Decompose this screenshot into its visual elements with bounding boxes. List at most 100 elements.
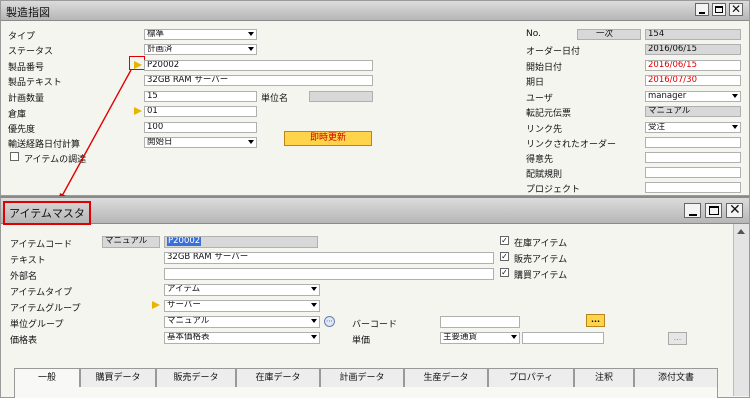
link-select[interactable]: 受注 [645,122,741,133]
user-value: manager [648,91,687,101]
series-value: 一次 [596,29,614,39]
maximize-button[interactable] [705,203,722,218]
price-browse-button[interactable]: ... [668,332,687,345]
item-text-value: 32GB RAM サーバー [167,252,249,262]
foreign-name-field[interactable] [164,268,494,280]
item-type-select[interactable]: アイテム [164,284,320,296]
close-button[interactable]: ✕ [726,202,743,218]
warehouse-value: 01 [147,106,158,116]
tab-purchasing[interactable]: 購買データ [80,368,156,388]
tab-label: 一般 [37,373,56,383]
user-select[interactable]: manager [645,91,741,102]
warehouse-field[interactable]: 01 [144,106,257,117]
item-code-label: アイテムコード [10,240,73,250]
product-no-highlight [129,56,145,70]
series-select[interactable]: 一次 [577,29,641,40]
order-date-value: 2016/06/15 [648,44,697,54]
purchase-item-checkbox[interactable]: ✓ [500,268,509,277]
tab-label: 購買データ [95,373,141,383]
start-date-field[interactable]: 2016/06/15 [645,60,741,71]
item-group-arrow-icon[interactable] [152,301,160,309]
ellipsis-label: ... [590,315,601,324]
start-date-value: 2016/06/15 [648,60,697,70]
priority-label: 優先度 [8,125,36,135]
minimize-icon [699,12,705,14]
item-code-field[interactable]: P20002 [164,236,318,248]
inventory-item-checkbox[interactable]: ✓ [500,236,509,245]
type-label: タイプ [8,32,36,42]
product-text-field[interactable]: 32GB RAM サーバー [144,75,373,86]
priority-field[interactable]: 100 [144,122,257,133]
uom-info-icon[interactable]: ⋯ [324,316,335,327]
inventory-item-label: 在庫アイテム [514,239,568,249]
ellipsis-label: ... [673,333,682,342]
tab-production[interactable]: 生産データ [404,368,488,388]
update-now-label: 即時更新 [309,133,346,143]
due-date-value: 2016/07/30 [648,75,697,85]
item-type-value: アイテム [167,284,201,294]
doc-number-value: 154 [648,29,665,39]
title-bar[interactable]: 製造指図 ✕ [1,1,749,21]
customer-label: 得意先 [526,155,554,165]
tab-label: 添付文書 [657,373,694,383]
minimize-button[interactable] [695,3,709,16]
tab-properties[interactable]: プロパティ [488,368,574,388]
numbering-select[interactable]: マニュアル [102,236,160,248]
tab-remarks[interactable]: 注釈 [574,368,634,388]
type-value: 標準 [147,29,165,39]
link-value: 受注 [648,122,666,132]
project-field[interactable] [645,182,741,193]
tab-panel [14,387,718,398]
currency-select[interactable]: 主要通貨 [440,332,520,344]
uom-group-select[interactable]: マニュアル [164,316,320,328]
tab-label: 販売データ [173,373,219,383]
title-bar[interactable]: アイテムマスタ ✕ [1,198,749,225]
price-list-select[interactable]: 基本価格表 [164,332,320,344]
vertical-scrollbar[interactable] [733,224,749,396]
maximize-button[interactable] [712,3,726,16]
link-label: リンク先 [526,125,563,135]
window-title: 製造指図 [6,6,50,19]
tab-label: 在庫データ [255,373,301,383]
item-text-field[interactable]: 32GB RAM サーバー [164,252,494,264]
close-icon: ✕ [731,2,742,16]
dist-rule-field[interactable] [645,167,741,178]
no-label: No. [526,29,541,39]
tab-label: プロパティ [508,373,554,383]
routing-label: 輸送経路日付計算 [8,140,81,150]
pick-items-checkbox[interactable] [10,152,19,161]
planned-qty-field[interactable]: 15 [144,91,257,102]
item-group-select[interactable]: サーバー [164,300,320,312]
chevron-down-icon [311,319,317,323]
minimize-icon [689,214,697,216]
linked-order-field[interactable] [645,137,741,148]
unit-price-field[interactable] [522,332,604,344]
tab-planning[interactable]: 計画データ [320,368,404,388]
customer-field[interactable] [645,152,741,163]
sales-item-label: 販売アイテム [514,255,568,265]
tab-general[interactable]: 一般 [14,368,80,388]
user-label: ユーザ [526,94,553,104]
status-select[interactable]: 計画済 [144,44,257,55]
type-select[interactable]: 標準 [144,29,257,40]
scroll-up-icon[interactable] [737,229,745,234]
status-value: 計画済 [147,44,173,54]
routing-select[interactable]: 開始日 [144,137,257,148]
tab-sales[interactable]: 販売データ [156,368,236,388]
barcode-browse-button[interactable]: ... [586,314,605,327]
item-group-label: アイテムグループ [10,304,81,314]
due-date-field[interactable]: 2016/07/30 [645,75,741,86]
barcode-field[interactable] [440,316,520,328]
sales-item-checkbox[interactable]: ✓ [500,252,509,261]
close-button[interactable]: ✕ [729,2,743,16]
product-no-field[interactable]: P20002 [144,60,373,71]
chevron-down-icon [248,32,254,36]
project-label: プロジェクト [526,185,581,195]
tab-attachments[interactable]: 添付文書 [634,368,718,388]
update-now-button[interactable]: 即時更新 [284,131,372,146]
warehouse-arrow-icon[interactable] [134,107,142,115]
minimize-button[interactable] [684,203,701,218]
due-date-label: 期日 [526,78,545,88]
chevron-down-icon [248,47,254,51]
tab-inventory[interactable]: 在庫データ [236,368,320,388]
